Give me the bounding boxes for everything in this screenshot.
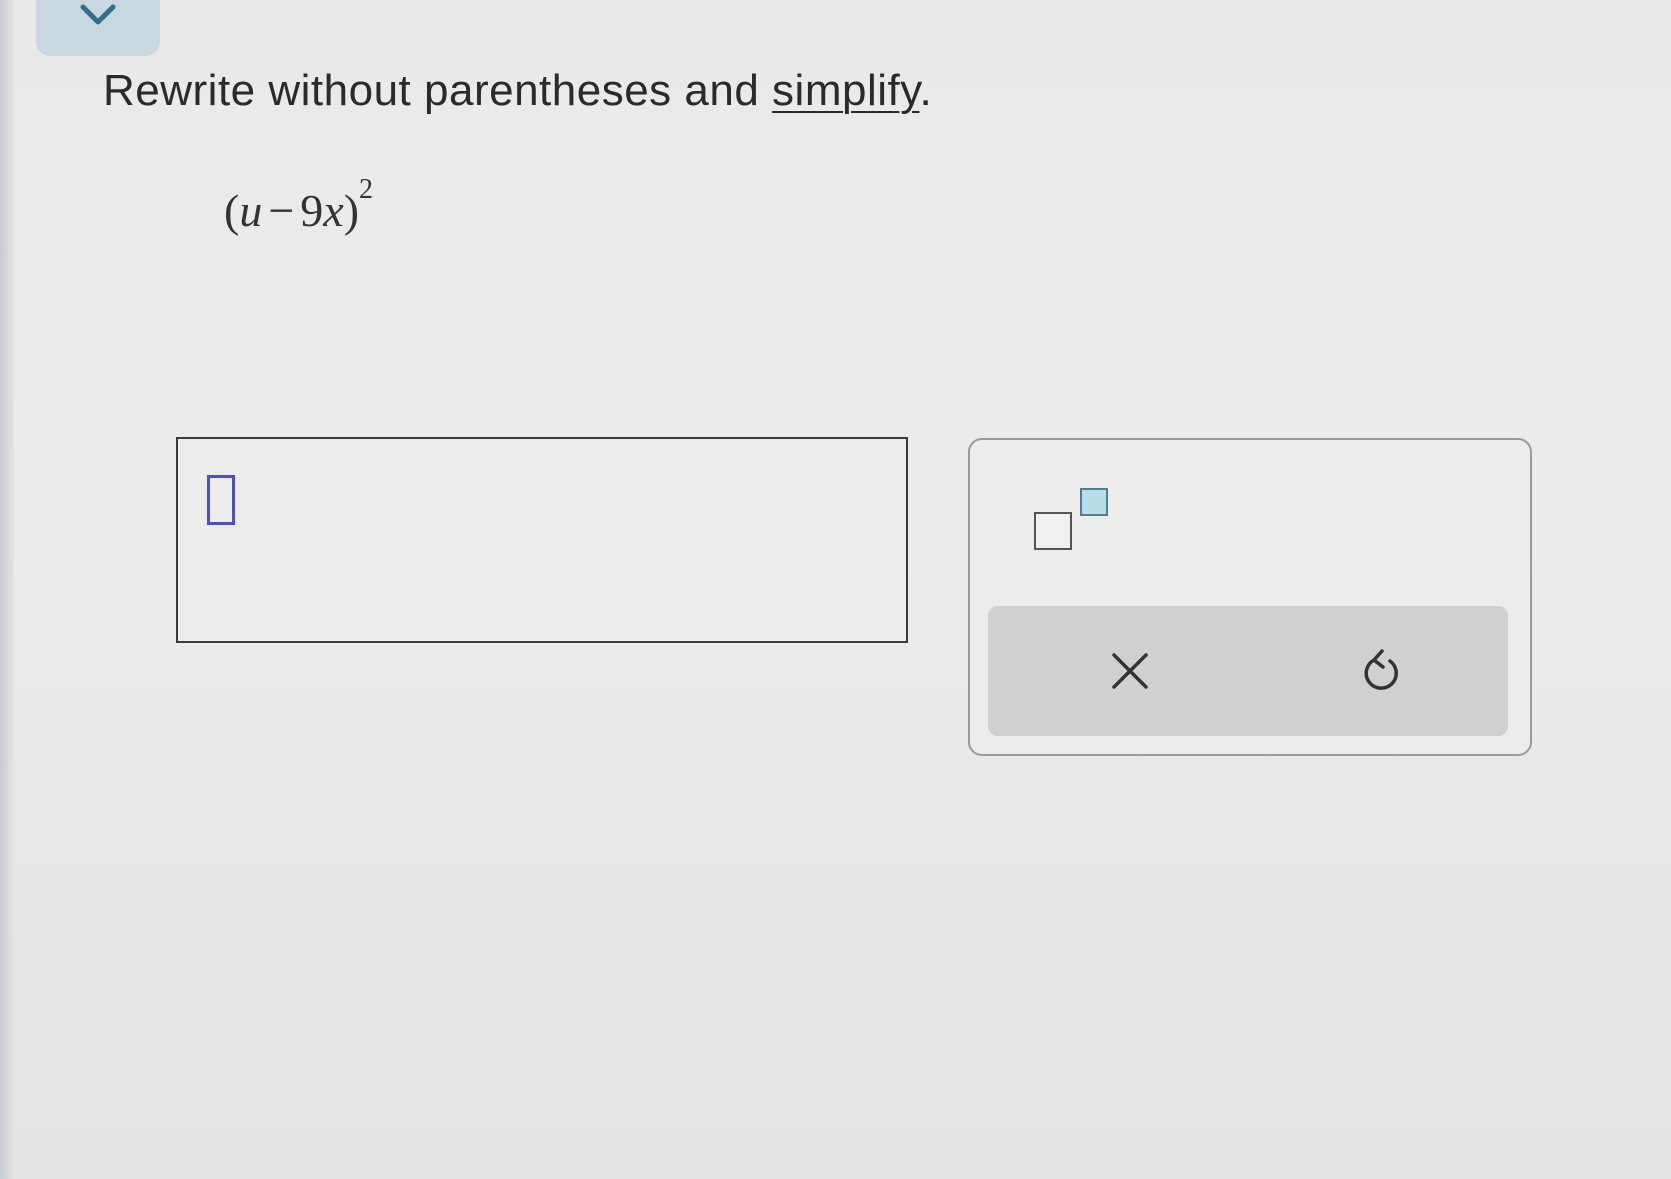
answer-input[interactable] (176, 437, 908, 643)
expression-exponent: 2 (359, 174, 374, 205)
window-edge (0, 0, 14, 1179)
math-tool-panel (968, 438, 1532, 756)
exponent-power-box (1080, 488, 1108, 516)
prompt-text: Rewrite without parentheses and (103, 66, 773, 115)
expression-minus: − (268, 185, 295, 236)
answer-cursor-placeholder[interactable] (207, 475, 235, 525)
expression-open-paren: ( (224, 185, 240, 236)
simplify-link[interactable]: simplify (772, 66, 919, 115)
exponent-button[interactable] (1034, 488, 1114, 550)
math-expression: (u −9x)2 (224, 174, 373, 237)
prompt-period: . (919, 66, 933, 115)
exponent-base-box (1034, 512, 1072, 550)
question-prompt: Rewrite without parentheses and simplify… (103, 66, 932, 116)
collapse-toggle[interactable] (36, 0, 160, 56)
expression-variable-x: x (323, 185, 344, 236)
chevron-down-icon (80, 4, 116, 25)
undo-button[interactable] (1340, 636, 1424, 706)
expression-close-paren: ) (343, 185, 360, 236)
expression-variable-u: u (239, 185, 263, 236)
undo-icon (1364, 649, 1398, 690)
expression-coefficient: 9 (300, 185, 324, 236)
clear-button[interactable] (1088, 636, 1172, 706)
close-icon (1112, 653, 1148, 689)
action-bar (988, 606, 1508, 736)
